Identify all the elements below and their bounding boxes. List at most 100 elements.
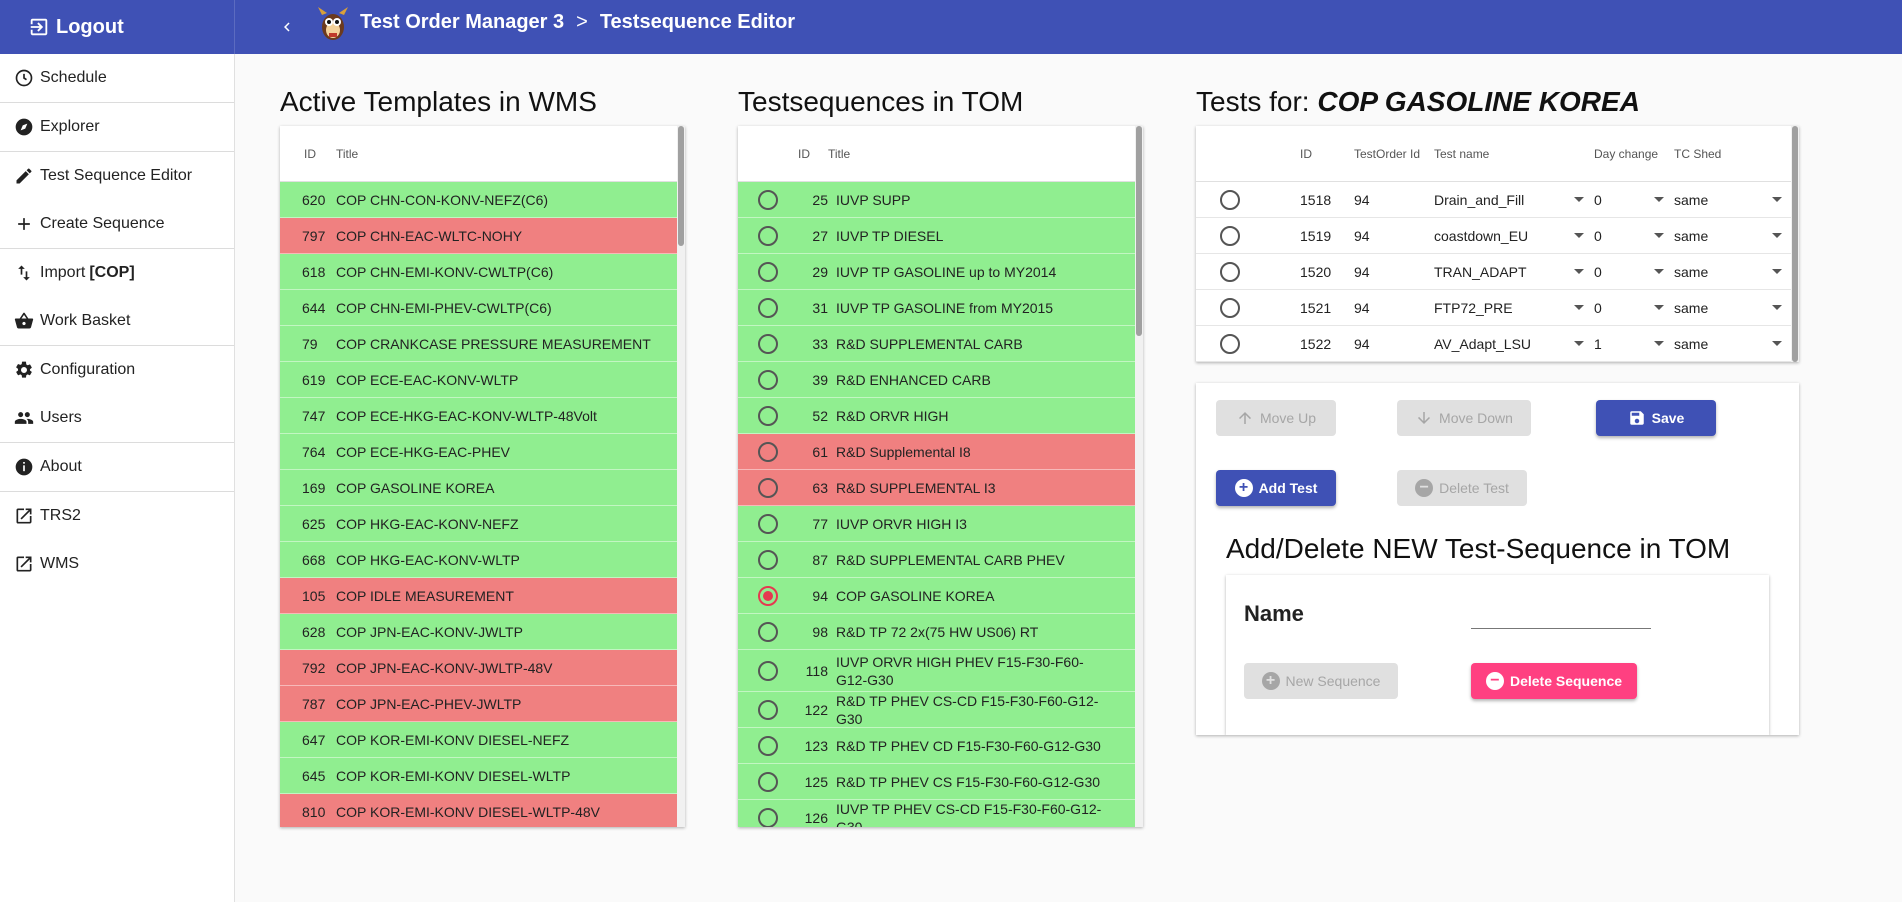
table-row[interactable]: 1519 94 coastdown_EU 0 same xyxy=(1196,218,1799,254)
table-row[interactable]: 764 COP ECE-HKG-EAC-PHEV xyxy=(280,434,685,470)
col-day-header[interactable]: Day change xyxy=(1594,147,1674,161)
table-row[interactable]: 52 R&D ORVR HIGH xyxy=(738,398,1143,434)
table-row[interactable]: 747 COP ECE-HKG-EAC-KONV-WLTP-48Volt xyxy=(280,398,685,434)
table-row[interactable]: 61 R&D Supplemental I8 xyxy=(738,434,1143,470)
add-test-button[interactable]: + Add Test xyxy=(1216,470,1336,506)
table-row[interactable]: 797 COP CHN-EAC-WLTC-NOHY xyxy=(280,218,685,254)
move-up-button[interactable]: Move Up xyxy=(1216,400,1336,436)
table-row[interactable]: 1522 94 AV_Adapt_LSU 1 same xyxy=(1196,326,1799,362)
day-change-select[interactable]: 0 xyxy=(1594,264,1664,280)
table-row[interactable]: 618 COP CHN-EMI-KONV-CWLTP(C6) xyxy=(280,254,685,290)
select-radio[interactable] xyxy=(758,189,778,210)
select-radio[interactable] xyxy=(758,333,778,354)
col-title-header[interactable]: Title xyxy=(828,147,850,161)
scrollbar[interactable] xyxy=(1135,126,1143,827)
col-id-header[interactable]: ID xyxy=(1300,147,1354,161)
scrollbar[interactable] xyxy=(677,126,685,827)
table-row[interactable]: 1520 94 TRAN_ADAPT 0 same xyxy=(1196,254,1799,290)
table-row[interactable]: 87 R&D SUPPLEMENTAL CARB PHEV xyxy=(738,542,1143,578)
select-radio[interactable] xyxy=(1220,333,1240,354)
table-row[interactable]: 33 R&D SUPPLEMENTAL CARB xyxy=(738,326,1143,362)
select-radio[interactable] xyxy=(1220,189,1240,210)
select-radio[interactable] xyxy=(1220,297,1240,318)
test-name-select[interactable]: Drain_and_Fill xyxy=(1434,192,1584,208)
sidebar-item-trs2[interactable]: TRS2 xyxy=(0,492,234,540)
day-change-select[interactable]: 0 xyxy=(1594,192,1664,208)
sidebar-item-create-sequence[interactable]: Create Sequence xyxy=(0,200,234,248)
sidebar-item-schedule[interactable]: Schedule xyxy=(0,54,234,102)
table-row[interactable]: 620 COP CHN-CON-KONV-NEFZ(C6) xyxy=(280,182,685,218)
sidebar-item-test-sequence-editor[interactable]: Test Sequence Editor xyxy=(0,152,234,200)
table-row[interactable]: 77 IUVP ORVR HIGH I3 xyxy=(738,506,1143,542)
table-row[interactable]: 118 IUVP ORVR HIGH PHEV F15-F30-F60-G12-G… xyxy=(738,650,1143,692)
table-row[interactable]: 31 IUVP TP GASOLINE from MY2015 xyxy=(738,290,1143,326)
table-row[interactable]: 644 COP CHN-EMI-PHEV-CWLTP(C6) xyxy=(280,290,685,326)
select-radio[interactable] xyxy=(1220,261,1240,282)
scrollbar[interactable] xyxy=(1791,126,1799,362)
select-radio[interactable] xyxy=(758,699,778,720)
tc-shed-select[interactable]: same xyxy=(1674,300,1782,316)
table-row[interactable]: 39 R&D ENHANCED CARB xyxy=(738,362,1143,398)
new-sequence-button[interactable]: + New Sequence xyxy=(1244,663,1398,699)
table-row[interactable]: 123 R&D TP PHEV CD F15-F30-F60-G12-G30 xyxy=(738,728,1143,764)
test-name-select[interactable]: coastdown_EU xyxy=(1434,228,1584,244)
test-name-select[interactable]: FTP72_PRE xyxy=(1434,300,1584,316)
table-row[interactable]: 126 IUVP TP PHEV CS-CD F15-F30-F60-G12-G3… xyxy=(738,800,1143,827)
table-row[interactable]: 619 COP ECE-EAC-KONV-WLTP xyxy=(280,362,685,398)
back-button[interactable] xyxy=(272,12,302,42)
table-row[interactable]: 94 COP GASOLINE KOREA xyxy=(738,578,1143,614)
table-row[interactable]: 25 IUVP SUPP xyxy=(738,182,1143,218)
sidebar-item-about[interactable]: About xyxy=(0,443,234,491)
sidebar-item-configuration[interactable]: Configuration xyxy=(0,346,234,394)
table-row[interactable]: 787 COP JPN-EAC-PHEV-JWLTP xyxy=(280,686,685,722)
delete-sequence-button[interactable]: − Delete Sequence xyxy=(1471,663,1637,699)
scroll-thumb[interactable] xyxy=(1792,126,1798,362)
table-row[interactable]: 792 COP JPN-EAC-KONV-JWLTP-48V xyxy=(280,650,685,686)
day-change-select[interactable]: 0 xyxy=(1594,300,1664,316)
col-title-header[interactable]: Title xyxy=(336,147,358,161)
select-radio[interactable] xyxy=(758,369,778,390)
test-name-select[interactable]: TRAN_ADAPT xyxy=(1434,264,1584,280)
breadcrumb-app[interactable]: Test Order Manager 3 xyxy=(360,11,564,34)
select-radio[interactable] xyxy=(758,513,778,534)
sidebar-item-import[interactable]: Import [COP] xyxy=(0,249,234,297)
day-change-select[interactable]: 1 xyxy=(1594,336,1664,352)
tc-shed-select[interactable]: same xyxy=(1674,192,1782,208)
select-radio[interactable] xyxy=(1220,225,1240,246)
day-change-select[interactable]: 0 xyxy=(1594,228,1664,244)
table-row[interactable]: 810 COP KOR-EMI-KONV DIESEL-WLTP-48V xyxy=(280,794,685,827)
select-radio[interactable] xyxy=(758,585,778,606)
col-tc-header[interactable]: TC Shed xyxy=(1674,147,1721,161)
sidebar-item-work-basket[interactable]: Work Basket xyxy=(0,297,234,345)
select-radio[interactable] xyxy=(758,660,778,681)
col-id-header[interactable]: ID xyxy=(280,147,336,161)
save-button[interactable]: Save xyxy=(1596,400,1716,436)
scroll-thumb[interactable] xyxy=(678,126,684,246)
scroll-thumb[interactable] xyxy=(1136,126,1142,336)
table-row[interactable]: 647 COP KOR-EMI-KONV DIESEL-NEFZ xyxy=(280,722,685,758)
select-radio[interactable] xyxy=(758,477,778,498)
table-row[interactable]: 668 COP HKG-EAC-KONV-WLTP xyxy=(280,542,685,578)
col-name-header[interactable]: Test name xyxy=(1434,147,1594,161)
select-radio[interactable] xyxy=(758,405,778,426)
tc-shed-select[interactable]: same xyxy=(1674,336,1782,352)
tc-shed-select[interactable]: same xyxy=(1674,264,1782,280)
table-row[interactable]: 63 R&D SUPPLEMENTAL I3 xyxy=(738,470,1143,506)
select-radio[interactable] xyxy=(758,771,778,792)
table-row[interactable]: 645 COP KOR-EMI-KONV DIESEL-WLTP xyxy=(280,758,685,794)
table-row[interactable]: 27 IUVP TP DIESEL xyxy=(738,218,1143,254)
table-row[interactable]: 79 COP CRANKCASE PRESSURE MEASUREMENT xyxy=(280,326,685,362)
sidebar-item-users[interactable]: Users xyxy=(0,394,234,442)
table-row[interactable]: 122 R&D TP PHEV CS-CD F15-F30-F60-G12-G30 xyxy=(738,692,1143,728)
test-name-select[interactable]: AV_Adapt_LSU xyxy=(1434,336,1584,352)
tc-shed-select[interactable]: same xyxy=(1674,228,1782,244)
col-id-header[interactable]: ID xyxy=(798,147,828,161)
table-row[interactable]: 628 COP JPN-EAC-KONV-JWLTP xyxy=(280,614,685,650)
table-row[interactable]: 169 COP GASOLINE KOREA xyxy=(280,470,685,506)
move-down-button[interactable]: Move Down xyxy=(1397,400,1531,436)
logout-button[interactable]: Logout xyxy=(0,0,235,54)
select-radio[interactable] xyxy=(758,261,778,282)
table-row[interactable]: 1521 94 FTP72_PRE 0 same xyxy=(1196,290,1799,326)
select-radio[interactable] xyxy=(758,297,778,318)
table-row[interactable]: 105 COP IDLE MEASUREMENT xyxy=(280,578,685,614)
